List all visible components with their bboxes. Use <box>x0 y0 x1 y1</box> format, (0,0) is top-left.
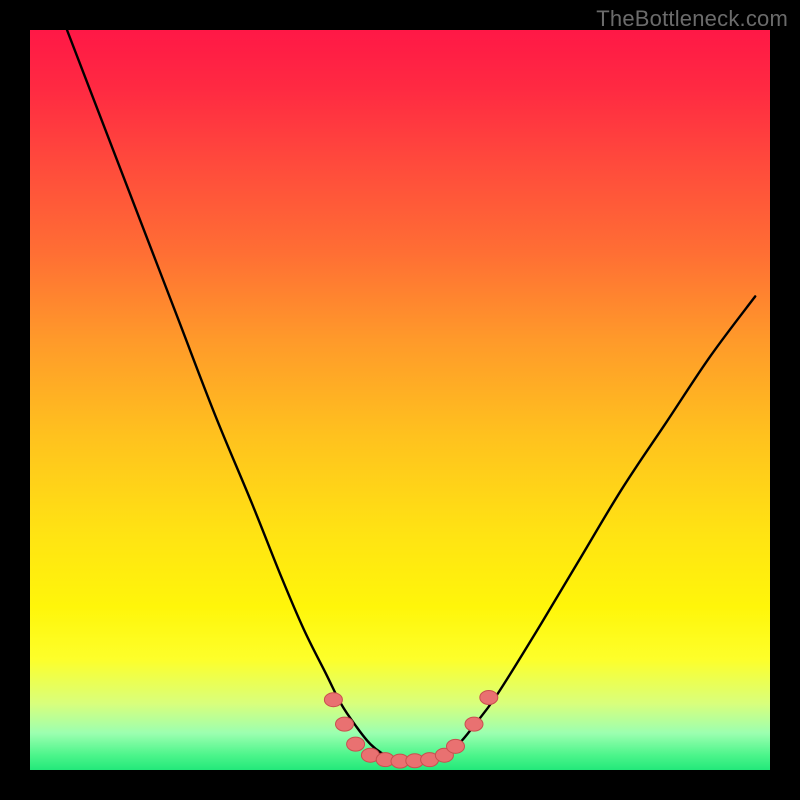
bottleneck-curve <box>67 30 755 762</box>
chart-frame: TheBottleneck.com <box>0 0 800 800</box>
curve-marker <box>465 717 483 731</box>
curve-layer <box>30 30 770 770</box>
curve-marker <box>324 693 342 707</box>
attribution-text: TheBottleneck.com <box>596 6 788 32</box>
curve-markers <box>324 690 497 768</box>
curve-marker <box>347 737 365 751</box>
curve-marker <box>336 717 354 731</box>
plot-area <box>30 30 770 770</box>
curve-marker <box>480 690 498 704</box>
curve-marker <box>447 739 465 753</box>
